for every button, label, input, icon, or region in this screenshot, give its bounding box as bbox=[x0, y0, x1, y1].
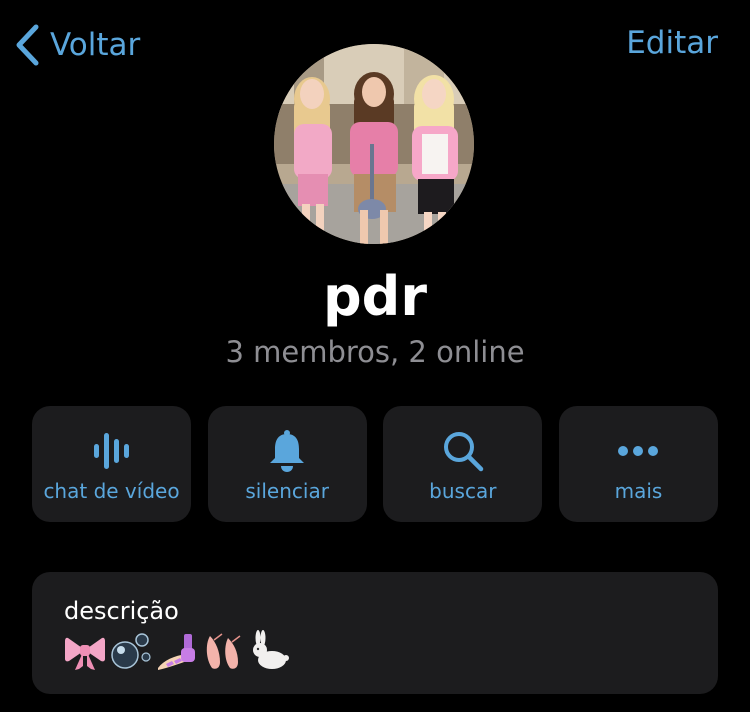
back-button-label: Voltar bbox=[50, 26, 141, 63]
chevron-left-icon bbox=[16, 24, 39, 66]
description-card[interactable]: descrição bbox=[32, 572, 718, 694]
search-icon bbox=[443, 432, 484, 472]
more-icon bbox=[618, 446, 659, 456]
group-avatar[interactable] bbox=[274, 44, 474, 244]
group-info-screen: Voltar Editar pdr 3 membros, 2 online ch… bbox=[0, 0, 750, 712]
search-button[interactable]: buscar bbox=[383, 406, 543, 522]
edit-button[interactable]: Editar bbox=[626, 28, 718, 59]
ribbon-emoji bbox=[64, 630, 106, 676]
bubbles-emoji bbox=[110, 630, 152, 676]
video-chat-label: chat de vídeo bbox=[43, 479, 180, 503]
bell-icon bbox=[270, 430, 305, 472]
nail-polish-emoji bbox=[156, 630, 198, 676]
group-photo bbox=[274, 44, 474, 244]
more-label: mais bbox=[614, 479, 663, 503]
rabbit-emoji bbox=[248, 630, 290, 676]
group-name: pdr bbox=[323, 265, 427, 328]
more-button[interactable]: mais bbox=[558, 406, 718, 522]
search-label: buscar bbox=[429, 479, 497, 503]
mute-label: silenciar bbox=[245, 479, 329, 503]
description-title: descrição bbox=[64, 597, 179, 625]
back-button[interactable]: Voltar bbox=[14, 22, 140, 68]
description-emojis bbox=[64, 630, 294, 676]
action-row: chat de vídeo silenciar buscar mais bbox=[32, 406, 718, 522]
video-chat-button[interactable]: chat de vídeo bbox=[32, 406, 191, 522]
ballet-shoes-emoji bbox=[202, 630, 244, 676]
waveform-icon bbox=[93, 433, 129, 469]
mute-button[interactable]: silenciar bbox=[207, 406, 367, 522]
group-member-status: 3 membros, 2 online bbox=[225, 335, 525, 369]
